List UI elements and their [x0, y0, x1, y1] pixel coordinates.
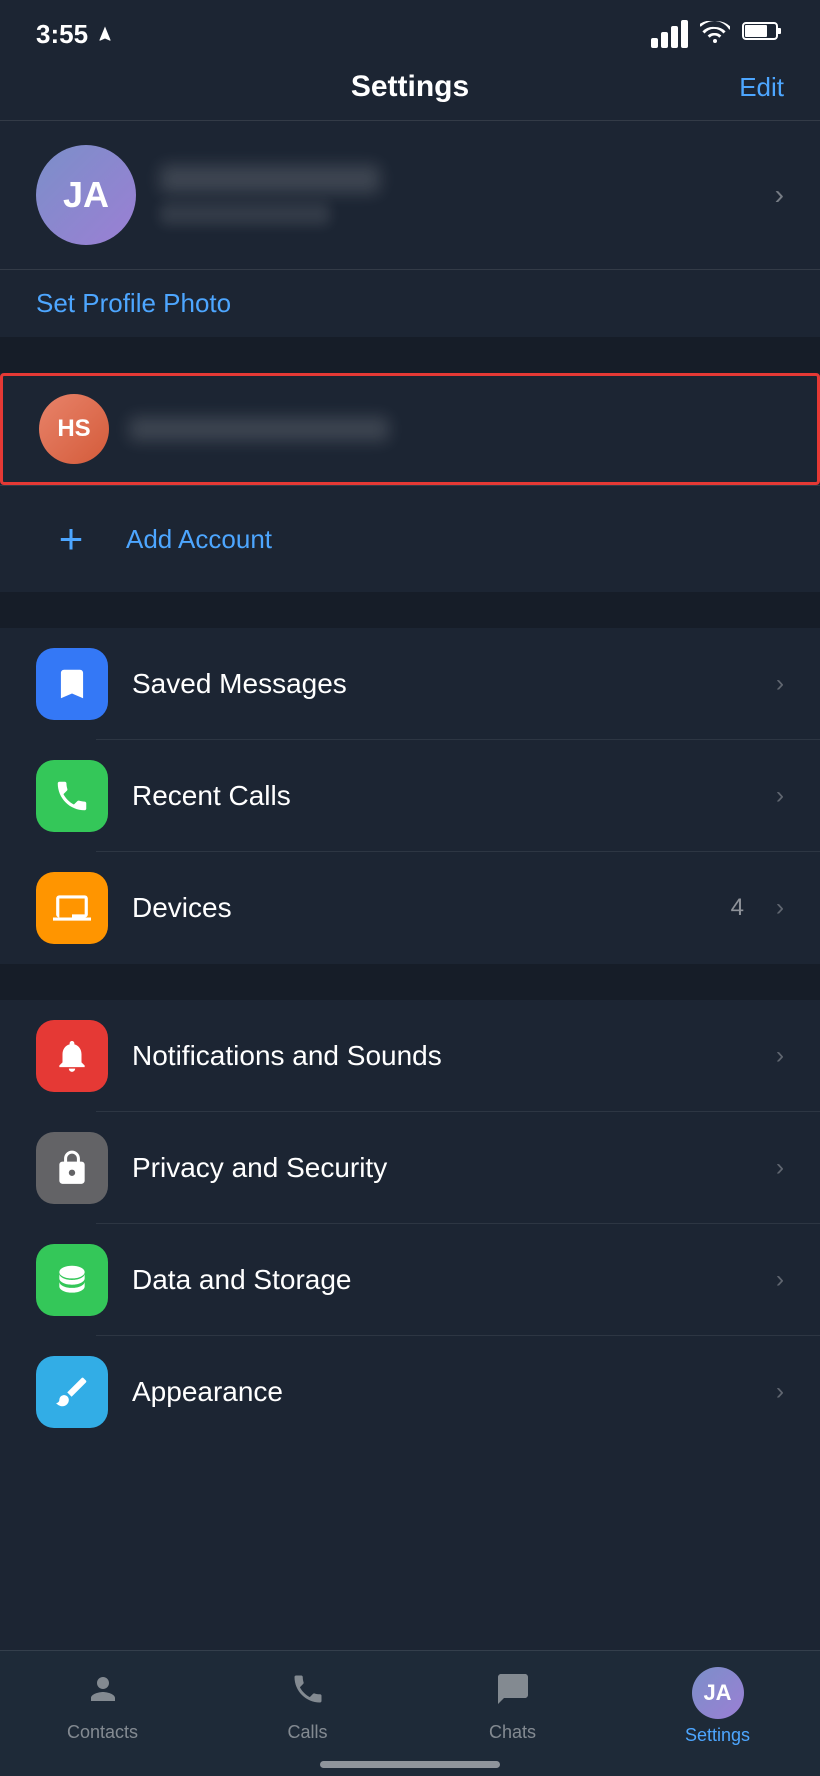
saved-messages-chevron-icon: › [776, 670, 784, 698]
calls-tab-label: Calls [287, 1722, 327, 1743]
saved-messages-icon [36, 648, 108, 720]
recent-calls-item[interactable]: Recent Calls › [0, 740, 820, 852]
appearance-chevron-icon: › [776, 1378, 784, 1406]
tab-contacts[interactable]: Contacts [33, 1671, 173, 1743]
tab-bar: Contacts Calls Chats JA Settings [0, 1650, 820, 1776]
chats-tab-icon [495, 1671, 531, 1716]
privacy-icon [36, 1132, 108, 1204]
signal-bars [651, 20, 688, 48]
accounts-section: HS + Add Account [0, 373, 820, 592]
location-arrow-icon [96, 25, 114, 43]
profile-name-blur [160, 165, 380, 193]
page-title: Settings [351, 70, 469, 104]
status-time: 3:55 [36, 19, 114, 50]
contacts-tab-icon [85, 1671, 121, 1716]
notifications-chevron-icon: › [776, 1042, 784, 1070]
data-label: Data and Storage [132, 1264, 752, 1296]
tab-settings[interactable]: JA Settings [648, 1667, 788, 1746]
contacts-tab-label: Contacts [67, 1722, 138, 1743]
profile-sub-blur [160, 203, 330, 225]
saved-messages-label: Saved Messages [132, 668, 752, 700]
second-account-name-blur [129, 417, 389, 441]
edit-button[interactable]: Edit [739, 72, 784, 103]
devices-chevron-icon: › [776, 894, 784, 922]
section-gap-3 [0, 964, 820, 1000]
data-icon [36, 1244, 108, 1316]
recent-calls-icon [36, 760, 108, 832]
tab-calls[interactable]: Calls [238, 1671, 378, 1743]
set-profile-photo-section: Set Profile Photo [0, 270, 820, 337]
menu-section-1: Saved Messages › Recent Calls › Devices … [0, 628, 820, 964]
status-bar: 3:55 [0, 0, 820, 60]
home-indicator [320, 1761, 500, 1768]
second-account-item[interactable]: HS [0, 373, 820, 485]
appearance-item[interactable]: Appearance › [0, 1336, 820, 1448]
recent-calls-chevron-icon: › [776, 782, 784, 810]
appearance-icon [36, 1356, 108, 1428]
settings-tab-icon: JA [692, 1667, 744, 1719]
devices-badge: 4 [731, 894, 744, 922]
add-account-label: Add Account [126, 524, 272, 555]
profile-chevron-icon: › [775, 179, 784, 211]
menu-section-2: Notifications and Sounds › Privacy and S… [0, 1000, 820, 1448]
avatar: JA [36, 145, 136, 245]
devices-icon [36, 872, 108, 944]
notifications-item[interactable]: Notifications and Sounds › [0, 1000, 820, 1112]
recent-calls-label: Recent Calls [132, 780, 752, 812]
tab-chats[interactable]: Chats [443, 1671, 583, 1743]
section-gap-1 [0, 337, 820, 373]
profile-info [160, 165, 751, 225]
appearance-label: Appearance [132, 1376, 752, 1408]
devices-item[interactable]: Devices 4 › [0, 852, 820, 964]
privacy-item[interactable]: Privacy and Security › [0, 1112, 820, 1224]
status-icons [651, 18, 784, 50]
calls-tab-icon [290, 1671, 326, 1716]
saved-messages-item[interactable]: Saved Messages › [0, 628, 820, 740]
devices-label: Devices [132, 892, 707, 924]
add-icon: + [36, 504, 106, 574]
battery-icon [742, 20, 784, 48]
chats-tab-label: Chats [489, 1722, 536, 1743]
data-item[interactable]: Data and Storage › [0, 1224, 820, 1336]
second-account-avatar: HS [39, 394, 109, 464]
profile-row[interactable]: JA › [0, 121, 820, 269]
data-chevron-icon: › [776, 1266, 784, 1294]
add-account-item[interactable]: + Add Account [0, 486, 820, 592]
section-gap-2 [0, 592, 820, 628]
notifications-icon [36, 1020, 108, 1092]
set-profile-photo-button[interactable]: Set Profile Photo [36, 288, 231, 318]
settings-tab-label: Settings [685, 1725, 750, 1746]
wifi-icon [700, 18, 730, 50]
nav-bar: Settings Edit [0, 60, 820, 120]
notifications-label: Notifications and Sounds [132, 1040, 752, 1072]
privacy-chevron-icon: › [776, 1154, 784, 1182]
bottom-spacer [0, 1448, 820, 1608]
privacy-label: Privacy and Security [132, 1152, 752, 1184]
